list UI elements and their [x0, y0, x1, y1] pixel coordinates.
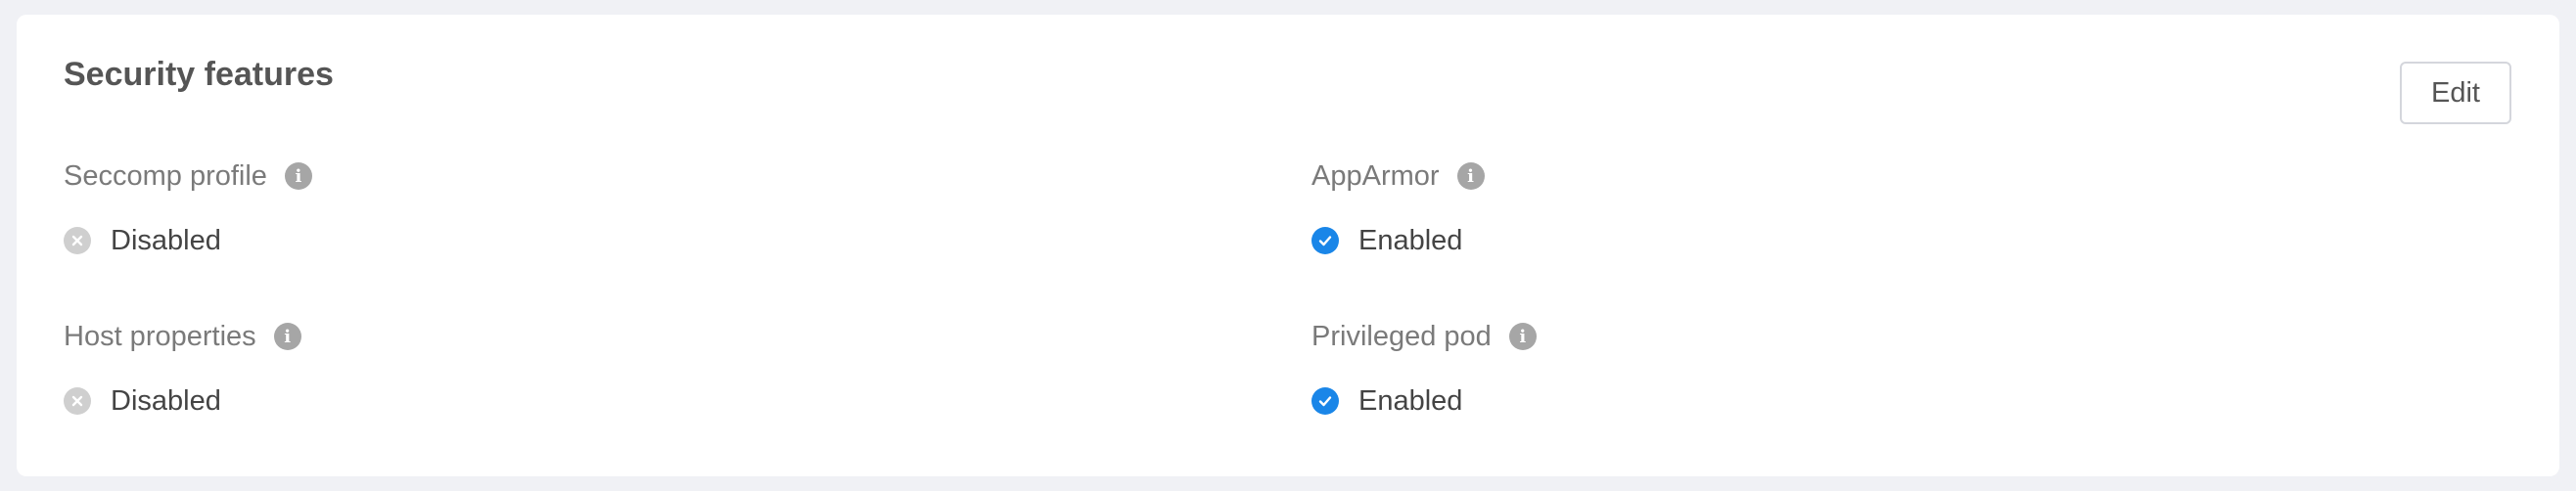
field-seccomp-profile: Seccomp profile i Disabled: [64, 156, 312, 260]
status-value: Disabled: [111, 384, 221, 417]
edit-button[interactable]: Edit: [2400, 62, 2511, 124]
field-host-properties: Host properties i Disabled: [64, 317, 301, 421]
check-circle-icon: [1311, 387, 1339, 415]
info-icon[interactable]: i: [284, 162, 312, 190]
info-icon[interactable]: i: [273, 323, 301, 350]
field-label: Host properties: [64, 320, 256, 352]
check-circle-icon: [1311, 227, 1339, 254]
field-label: Seccomp profile: [64, 159, 267, 192]
card-title: Security features: [64, 56, 334, 93]
field-privileged-pod: Privileged pod i Enabled: [1311, 317, 1537, 421]
x-circle-icon: [64, 227, 91, 254]
security-features-card: Security features Edit Seccomp profile i…: [17, 15, 2559, 476]
info-icon[interactable]: i: [1508, 323, 1537, 350]
status-value: Enabled: [1358, 384, 1463, 417]
x-circle-icon: [64, 387, 91, 415]
status-value: Disabled: [111, 224, 221, 256]
info-icon[interactable]: i: [1456, 162, 1485, 190]
field-label: AppArmor: [1311, 159, 1440, 192]
field-label: Privileged pod: [1311, 320, 1492, 352]
status-value: Enabled: [1358, 224, 1463, 256]
field-apparmor: AppArmor i Enabled: [1311, 156, 1485, 260]
